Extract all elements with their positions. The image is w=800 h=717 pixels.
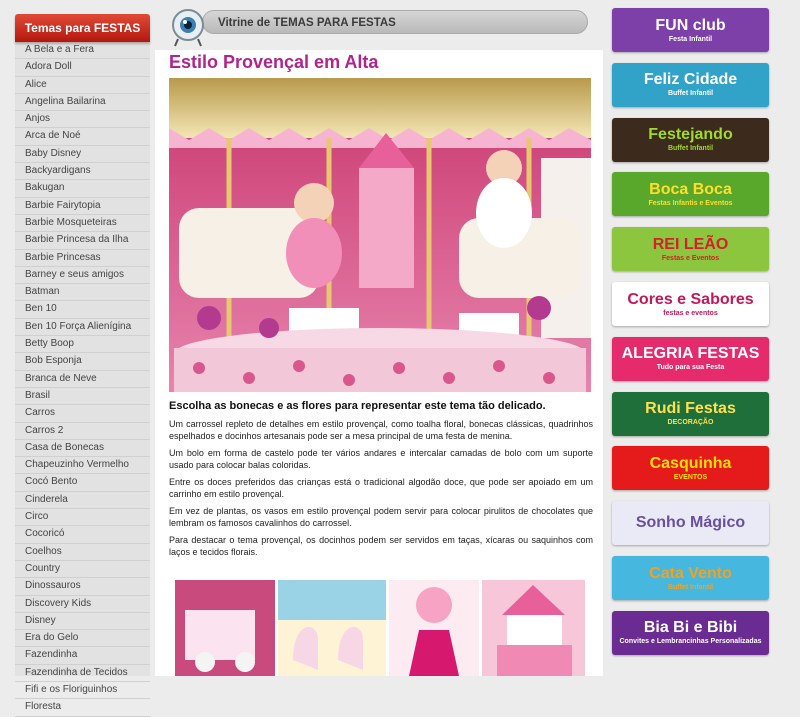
article-paragraph: Um bolo em forma de castelo pode ter vár… xyxy=(169,448,593,470)
sidebar-item[interactable]: Cinderela xyxy=(15,492,150,510)
sidebar-item[interactable]: Cocó Bento xyxy=(15,474,150,492)
sidebar-item[interactable]: Barbie Fairytopia xyxy=(15,198,150,215)
sponsor-banner[interactable]: Rudi Festas DECORAÇÃO xyxy=(612,391,769,436)
article-subheading: Escolha as bonecas e as flores para repr… xyxy=(169,400,546,412)
showcase-title: Vitrine de TEMAS PARA FESTAS xyxy=(202,10,588,34)
sidebar-item[interactable]: A Bela e a Fera xyxy=(15,42,150,60)
sidebar-item[interactable]: Circo xyxy=(15,509,150,527)
eye-mascot-icon xyxy=(172,9,204,47)
sidebar-item[interactable]: Casa de Bonecas xyxy=(15,440,150,458)
article-paragraph: Em vez de plantas, os vasos em estilo pr… xyxy=(169,506,593,528)
sponsor-banner[interactable]: Cores e Sabores festas e eventos xyxy=(612,282,769,326)
sidebar-item[interactable]: Carros xyxy=(15,405,150,423)
sidebar-item[interactable]: Angelina Bailarina xyxy=(15,94,150,112)
sponsor-banner[interactable]: Sonho Mágico xyxy=(612,501,769,546)
sponsor-banner-tagline: Convites e Lembrancinhas Personalizadas xyxy=(619,638,762,646)
sponsor-banner[interactable]: Boca Boca Festas Infantis e Eventos xyxy=(612,172,769,217)
sidebar-item[interactable]: Coelhos xyxy=(15,544,150,561)
page: Temas para FESTAS A Bela e a Fera Adora D… xyxy=(0,0,800,717)
sponsor-banner-name: Feliz Cidade xyxy=(643,71,738,89)
sponsor-banner-tagline: Buffet Infantil xyxy=(667,145,714,153)
sponsor-banner-name: Boca Boca xyxy=(649,180,732,198)
sponsor-banner-tagline: DECORAÇÃO xyxy=(667,419,714,427)
sidebar-item[interactable]: Fifi e os Floriguinhos xyxy=(15,682,150,700)
sidebar-item[interactable]: Alice xyxy=(15,77,150,94)
gallery-photo-vases[interactable] xyxy=(389,580,479,676)
sponsor-banner[interactable]: Casquinha EVENTOS xyxy=(612,446,769,491)
sidebar-item[interactable]: Adora Doll xyxy=(15,59,150,77)
showcase-bar: Vitrine de TEMAS PARA FESTAS xyxy=(168,8,591,47)
sponsor-banner-name: Cores e Sabores xyxy=(627,290,754,308)
article-paragraph: Para destacar o tema provençal, os docin… xyxy=(169,535,593,557)
article-paragraph: Entre os doces preferidos das crianças e… xyxy=(169,477,593,499)
article: Estilo Provençal em Alta Escolha as bone… xyxy=(155,50,603,676)
sidebar-item[interactable]: Country xyxy=(15,561,150,579)
sidebar-item[interactable]: Ben 10 xyxy=(15,301,150,319)
sidebar-item[interactable]: Fazendinha xyxy=(15,647,150,665)
sidebar-item[interactable]: Bob Esponja xyxy=(15,353,150,371)
sidebar-item[interactable]: Ben 10 Força Alienígina xyxy=(15,319,150,337)
sidebar-item[interactable]: Brasil xyxy=(15,388,150,406)
sponsor-banner-name: Rudi Festas xyxy=(645,400,736,418)
sidebar-item[interactable]: Backyardigans xyxy=(15,163,150,181)
sidebar-item[interactable]: Cocoricó xyxy=(15,526,150,544)
theme-sidebar: Temas para FESTAS A Bela e a Fera Adora D… xyxy=(15,14,150,717)
sidebar-item[interactable]: Baby Disney xyxy=(15,146,150,164)
photo-gallery xyxy=(175,580,585,676)
sponsor-banner-name: Casquinha xyxy=(649,454,732,472)
sponsor-banner-tagline: Buffet Infantil xyxy=(667,90,714,98)
sidebar-item[interactable]: Barney e seus amigos xyxy=(15,267,150,285)
sponsor-banner[interactable]: FUN club Festa Infantil xyxy=(612,8,769,52)
sidebar-item[interactable]: Branca de Neve xyxy=(15,371,150,388)
sidebar-item[interactable]: Barbie Princesas xyxy=(15,250,150,267)
gallery-photo-cookies[interactable] xyxy=(278,580,386,676)
sidebar-item[interactable]: Arca de Noé xyxy=(15,128,150,146)
sponsor-banner-name: Bia Bi e Bibi xyxy=(643,619,738,637)
sponsor-banner-tagline: Festas Infantis e Eventos xyxy=(648,199,733,207)
gallery-photo-cart[interactable] xyxy=(175,580,275,676)
sidebar-item[interactable]: Chapeuzinho Vermelho xyxy=(15,457,150,475)
sponsor-banner-name: REI LEÃO xyxy=(652,235,729,253)
sidebar-item[interactable]: Era do Gelo xyxy=(15,630,150,648)
sponsor-banner-name: Festejando xyxy=(648,126,733,144)
sponsor-banner-name: FUN club xyxy=(655,16,726,34)
sponsor-banner-tagline: EVENTOS xyxy=(673,473,708,481)
sidebar-title: Temas para FESTAS xyxy=(15,14,150,42)
sidebar-list: A Bela e a Fera Adora Doll Alice Angelina B… xyxy=(15,42,150,717)
sponsor-banner[interactable]: Bia Bi e Bibi Convites e Lembrancinhas Pe… xyxy=(612,610,769,655)
sponsor-banner-name: ALEGRIA FESTAS xyxy=(621,345,760,363)
sidebar-item[interactable]: Barbie Princesa da Ilha xyxy=(15,232,150,250)
sidebar-item[interactable]: Anjos xyxy=(15,111,150,129)
sponsor-banner-tagline: Festas e Eventos xyxy=(661,254,720,262)
sidebar-item[interactable]: Floresta xyxy=(15,699,150,717)
sponsor-banner-tagline: festas e eventos xyxy=(663,309,718,317)
sidebar-item[interactable]: Betty Boop xyxy=(15,336,150,354)
sponsor-banner[interactable]: Festejando Buffet Infantil xyxy=(612,117,769,162)
sponsor-banner[interactable]: Feliz Cidade Buffet Infantil xyxy=(612,62,769,107)
sidebar-item[interactable]: Bakugan xyxy=(15,180,150,198)
sidebar-item[interactable]: Batman xyxy=(15,284,150,302)
sidebar-item[interactable]: Dinossauros xyxy=(15,578,150,596)
gallery-photo-cake[interactable] xyxy=(482,580,585,676)
sponsor-banner[interactable]: REI LEÃO Festas e Eventos xyxy=(612,227,769,272)
sponsor-banner-name: Cata Vento xyxy=(649,564,732,582)
sidebar-item[interactable]: Fazendinha de Tecidos xyxy=(15,665,150,682)
sidebar-item[interactable]: Barbie Mosqueteiras xyxy=(15,215,150,233)
sponsor-banner-name: Sonho Mágico xyxy=(635,514,746,532)
sponsor-banner-tagline: Tudo para sua Festa xyxy=(656,364,725,372)
article-title: Estilo Provençal em Alta xyxy=(169,52,379,72)
sidebar-item[interactable]: Discovery Kids xyxy=(15,596,150,613)
article-body: Um carrossel repleto de detalhes em esti… xyxy=(169,418,593,563)
carousel-party-photo xyxy=(169,78,591,392)
sponsor-banner[interactable]: ALEGRIA FESTAS Tudo para sua Festa xyxy=(612,336,769,381)
sidebar-item[interactable]: Carros 2 xyxy=(15,423,150,440)
sponsor-banner[interactable]: Cata Vento Buffet Infantil xyxy=(612,556,769,600)
sidebar-item[interactable]: Disney xyxy=(15,613,150,631)
sponsor-banner-tagline: Buffet Infantil xyxy=(667,583,714,591)
sponsor-banner-tagline: Festa Infantil xyxy=(668,35,713,43)
article-paragraph: Um carrossel repleto de detalhes em esti… xyxy=(169,419,593,441)
